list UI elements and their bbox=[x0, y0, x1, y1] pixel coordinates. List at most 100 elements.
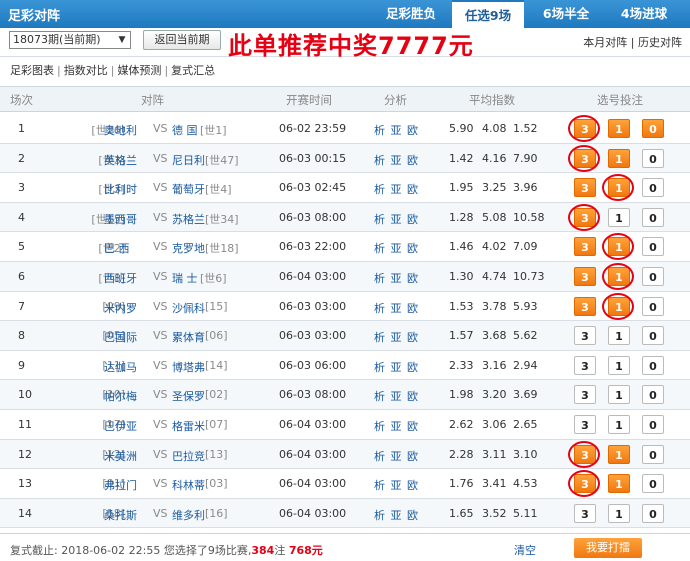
pick-3-button[interactable]: 3 bbox=[574, 474, 596, 494]
pick-3-button[interactable]: 3 bbox=[574, 267, 596, 286]
pick-1-button[interactable]: 1 bbox=[608, 237, 630, 257]
away-rank: [世1] bbox=[200, 124, 227, 137]
pick-1-button[interactable]: 1 bbox=[608, 207, 630, 227]
period-select[interactable]: 18073期(当前期) ▼ bbox=[9, 31, 131, 49]
pick-1-button[interactable]: 1 bbox=[608, 385, 630, 405]
home-team[interactable]: 巴 西 bbox=[104, 240, 160, 256]
subnav-odds-compare[interactable]: 指数对比 bbox=[64, 64, 108, 77]
home-team[interactable]: 桑托斯 bbox=[104, 507, 160, 523]
header-analysis: 分析 bbox=[384, 93, 407, 107]
subnav-multi-summary[interactable]: 复式汇总 bbox=[171, 64, 215, 77]
pick-1-button[interactable]: 1 bbox=[608, 119, 630, 138]
odds-away: 5.62 bbox=[513, 329, 538, 343]
pick-3-button[interactable]: 3 bbox=[574, 385, 596, 405]
home-team[interactable]: 弗拉门 bbox=[104, 477, 160, 493]
submit-bet-button[interactable]: 我要打擂 bbox=[574, 538, 642, 558]
home-team[interactable]: 墨西哥 bbox=[104, 211, 160, 227]
tab-4-jinqiu[interactable]: 4场进球 bbox=[608, 0, 680, 28]
analysis-links[interactable]: 析 亚 欧 bbox=[374, 418, 419, 434]
pick-3-button[interactable]: 3 bbox=[574, 119, 596, 138]
pick-0-button[interactable]: 0 bbox=[642, 385, 664, 405]
pick-1-button[interactable]: 1 bbox=[608, 178, 630, 198]
return-current-period-button[interactable]: 返回当前期 bbox=[143, 30, 221, 50]
pick-3-button[interactable]: 3 bbox=[574, 355, 596, 375]
analysis-links[interactable]: 析 亚 欧 bbox=[374, 507, 419, 523]
analysis-links[interactable]: 析 亚 欧 bbox=[374, 477, 419, 493]
pick-0-button[interactable]: 0 bbox=[642, 207, 664, 227]
link-history[interactable]: 历史对阵 bbox=[638, 36, 682, 49]
home-team[interactable]: 米内罗 bbox=[104, 300, 160, 316]
home-team[interactable]: 帕尔梅 bbox=[104, 388, 160, 404]
pick-3-button[interactable]: 3 bbox=[574, 503, 596, 523]
tab-renxuan-9[interactable]: 任选9场 bbox=[452, 0, 524, 28]
pick-1-button[interactable]: 1 bbox=[608, 444, 630, 464]
link-this-month[interactable]: 本月对阵 bbox=[583, 36, 627, 49]
pick-0-button[interactable]: 0 bbox=[642, 296, 664, 316]
odds-away: 7.90 bbox=[513, 151, 538, 165]
analysis-links[interactable]: 析 亚 欧 bbox=[374, 329, 419, 345]
home-team[interactable]: 英格兰 bbox=[104, 152, 160, 168]
away-rank: [世4] bbox=[205, 183, 232, 197]
odds-draw: 3.78 bbox=[482, 299, 507, 313]
pick-3-button[interactable]: 3 bbox=[574, 178, 596, 198]
analysis-links[interactable]: 析 亚 欧 bbox=[374, 270, 419, 286]
subnav-media-predict[interactable]: 媒体预测 bbox=[117, 64, 161, 77]
analysis-links[interactable]: 析 亚 欧 bbox=[374, 122, 419, 138]
analysis-links[interactable]: 析 亚 欧 bbox=[374, 181, 419, 197]
pick-3-button[interactable]: 3 bbox=[574, 415, 596, 434]
clear-button[interactable]: 清空 bbox=[514, 542, 536, 558]
pick-0-button[interactable]: 0 bbox=[642, 267, 664, 286]
analysis-links[interactable]: 析 亚 欧 bbox=[374, 388, 419, 404]
pick-0-button[interactable]: 0 bbox=[642, 148, 664, 168]
pick-0-button[interactable]: 0 bbox=[642, 237, 664, 257]
pick-0-button[interactable]: 0 bbox=[642, 415, 664, 434]
pick-3-button[interactable]: 3 bbox=[574, 237, 596, 257]
pick-1-button[interactable]: 1 bbox=[608, 474, 630, 494]
pick-0-button[interactable]: 0 bbox=[642, 355, 664, 375]
home-team[interactable]: 比利时 bbox=[104, 181, 160, 197]
pick-3-button[interactable]: 3 bbox=[574, 296, 596, 316]
home-team[interactable]: 西班牙 bbox=[104, 270, 160, 286]
pick-0-button[interactable]: 0 bbox=[642, 444, 664, 464]
subnav-chart[interactable]: 足彩图表 bbox=[10, 64, 54, 77]
pick-1-button[interactable]: 1 bbox=[608, 296, 630, 316]
tab-6-banquan[interactable]: 6场半全 bbox=[530, 0, 602, 28]
header-kickoff: 开赛时间 bbox=[286, 93, 332, 107]
odds-away: 10.73 bbox=[513, 270, 545, 283]
match-number: 8 bbox=[18, 329, 25, 343]
home-team[interactable]: 达伽马 bbox=[104, 359, 160, 375]
page-title: 足彩对阵 bbox=[8, 9, 61, 24]
vs-label: VS bbox=[153, 299, 168, 313]
pick-0-button[interactable]: 0 bbox=[642, 503, 664, 523]
pick-0-button[interactable]: 0 bbox=[642, 474, 664, 494]
pick-1-button[interactable]: 1 bbox=[608, 415, 630, 434]
pick-0-button[interactable]: 0 bbox=[642, 119, 664, 138]
pick-0-button[interactable]: 0 bbox=[642, 178, 664, 198]
pick-1-button[interactable]: 1 bbox=[608, 267, 630, 286]
home-team[interactable]: 奥地利 bbox=[104, 122, 160, 138]
pick-3-button[interactable]: 3 bbox=[574, 207, 596, 227]
pick-3-button[interactable]: 3 bbox=[574, 444, 596, 464]
pick-1-button[interactable]: 1 bbox=[608, 355, 630, 375]
promo-banner: 此单推荐中奖7777元 bbox=[228, 32, 474, 60]
analysis-links[interactable]: 析 亚 欧 bbox=[374, 240, 419, 256]
odds-draw: 3.68 bbox=[482, 329, 507, 343]
pick-1-button[interactable]: 1 bbox=[608, 503, 630, 523]
home-team[interactable]: 巴国际 bbox=[104, 329, 160, 345]
analysis-links[interactable]: 析 亚 欧 bbox=[374, 448, 419, 464]
home-team[interactable]: 米美洲 bbox=[104, 448, 160, 464]
analysis-links[interactable]: 析 亚 欧 bbox=[374, 359, 419, 375]
pick-3-button[interactable]: 3 bbox=[574, 326, 596, 346]
pick-1-button[interactable]: 1 bbox=[608, 148, 630, 168]
home-team[interactable]: 巴伊亚 bbox=[104, 418, 160, 434]
analysis-links[interactable]: 析 亚 欧 bbox=[374, 300, 419, 316]
pick-1-button[interactable]: 1 bbox=[608, 326, 630, 346]
odds-away: 7.09 bbox=[513, 240, 538, 254]
odds-draw: 4.02 bbox=[482, 240, 507, 254]
pick-0-button[interactable]: 0 bbox=[642, 326, 664, 346]
odds-away: 5.93 bbox=[513, 299, 538, 313]
analysis-links[interactable]: 析 亚 欧 bbox=[374, 152, 419, 168]
analysis-links[interactable]: 析 亚 欧 bbox=[374, 211, 419, 227]
pick-3-button[interactable]: 3 bbox=[574, 148, 596, 168]
tab-zucai-shengfu[interactable]: 足彩胜负 bbox=[376, 0, 446, 28]
